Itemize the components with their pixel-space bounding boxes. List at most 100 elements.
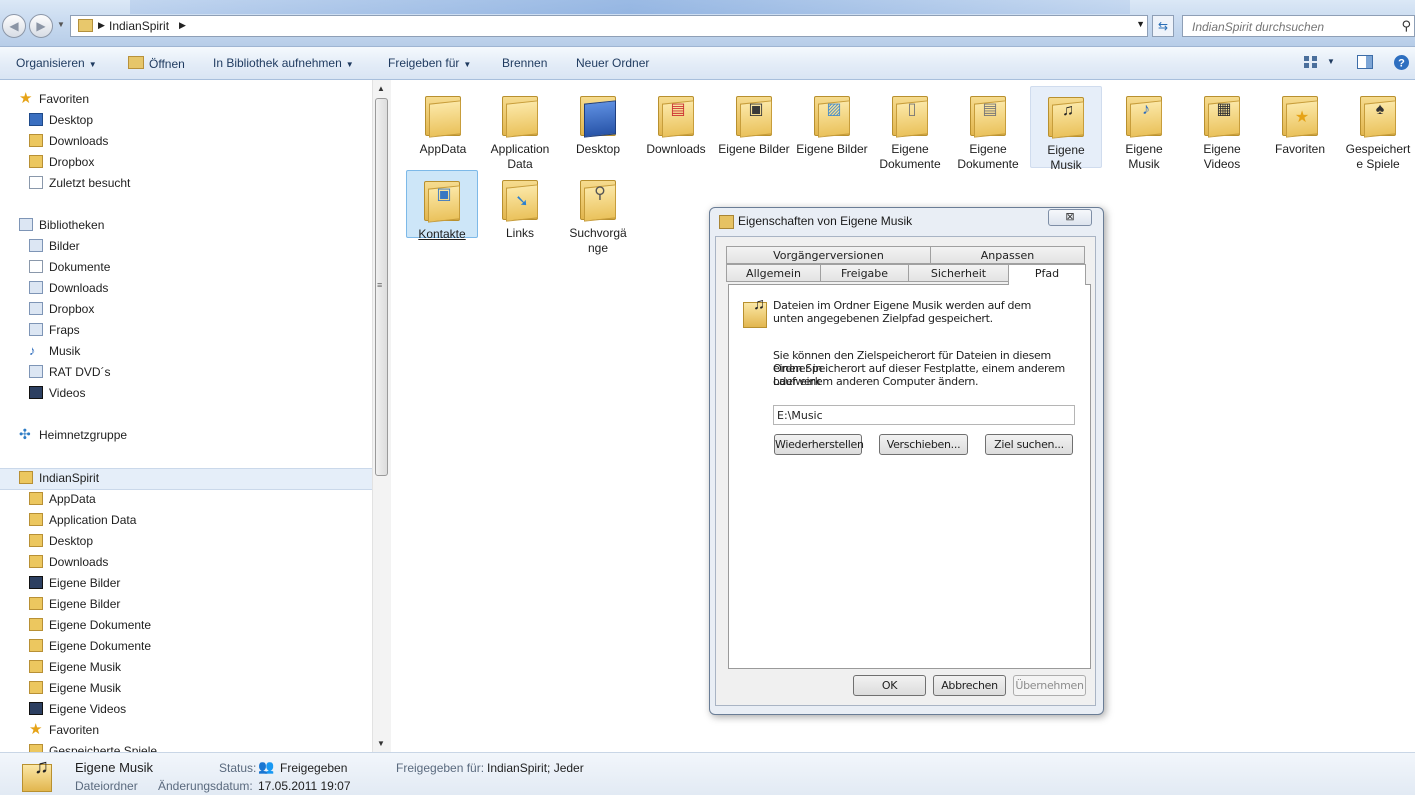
details-status-value: Freigegeben — [280, 761, 348, 775]
nav-scrollbar[interactable]: ▲ ≡ ▼ — [372, 80, 391, 752]
nav-item-label: Eigene Bilder — [49, 576, 121, 590]
nav-item-label: Zuletzt besucht — [49, 176, 131, 190]
pictures-folder-icon — [29, 597, 43, 610]
path-info-line3: oder einem anderen Computer ändern. — [773, 375, 979, 388]
file-item[interactable]: ♪ Eigene Musik — [1108, 86, 1180, 172]
search-input[interactable] — [1190, 19, 1394, 35]
chevron-down-icon: ▼ — [463, 60, 472, 69]
scroll-up-icon[interactable]: ▲ — [377, 84, 385, 93]
file-item[interactable]: ★ Favoriten — [1264, 86, 1336, 157]
restore-button[interactable]: Wiederherstellen — [774, 434, 864, 455]
file-item[interactable]: ♫ Eigene Musik — [1030, 86, 1102, 172]
star-icon: ★ — [19, 90, 33, 107]
file-name: Favoriten — [1274, 142, 1326, 156]
pictures-folder-icon — [29, 576, 43, 589]
file-name: Eigene Bilder — [796, 142, 868, 156]
burn-button[interactable]: Brennen — [502, 56, 547, 70]
file-item[interactable]: ⚲ Suchvorgä nge — [562, 170, 634, 256]
recent-pages-chevron-icon[interactable]: ▼ — [57, 20, 65, 29]
view-options-icon[interactable] — [1303, 55, 1319, 70]
file-item[interactable]: ▣ Kontakte — [406, 170, 478, 241]
nav-item-label: Dropbox — [49, 155, 95, 169]
scroll-down-icon[interactable]: ▼ — [377, 739, 385, 748]
cancel-button[interactable]: Abbrechen — [933, 675, 1006, 696]
tab-general[interactable]: Allgemein — [726, 264, 821, 282]
breadcrumb-arrow-icon[interactable]: ▶ — [179, 20, 186, 31]
path-desc-line1: Dateien im Ordner Eigene Musik werden au… — [773, 299, 1032, 312]
file-item[interactable]: ▦ Eigene Videos — [1186, 86, 1258, 172]
nav-item-label: Dropbox — [49, 302, 95, 316]
details-type: Dateiordner — [75, 779, 138, 793]
recent-places-icon — [29, 176, 43, 189]
details-status-label: Status: — [219, 761, 257, 775]
favorites-folder-icon: ★ — [29, 721, 43, 738]
help-icon[interactable]: ? — [1393, 54, 1410, 71]
file-name: Suchvorgä nge — [569, 226, 627, 255]
folder-icon — [423, 92, 463, 138]
file-item[interactable]: ▨ Eigene Bilder — [796, 86, 868, 157]
pictures-folder-icon: ▨ — [812, 92, 852, 138]
shared-users-icon: 👥 — [258, 759, 275, 774]
search-box[interactable]: ⚲ — [1182, 15, 1415, 37]
folder-shortcut-icon — [500, 92, 540, 138]
tab-previous-versions[interactable]: Vorgängerversionen — [726, 246, 931, 264]
chevron-down-icon: ▼ — [88, 60, 97, 69]
details-modified-value: 17.05.2011 19:07 — [258, 779, 351, 793]
share-with-button[interactable]: Freigeben für ▼ — [388, 56, 471, 70]
address-dropdown-icon[interactable]: ▼ — [1136, 19, 1145, 29]
view-dropdown-icon[interactable]: ▼ — [1327, 57, 1335, 66]
library-icon — [29, 281, 43, 294]
user-folder-icon — [19, 471, 33, 484]
documents-library-icon — [29, 260, 43, 273]
breadcrumb-arrow-icon[interactable]: ▶ — [98, 20, 105, 31]
folder-shortcut-icon — [29, 513, 43, 526]
videos-folder-icon: ▦ — [1202, 92, 1242, 138]
move-button[interactable]: Verschieben... — [879, 434, 968, 455]
documents-folder-icon: ▤ — [968, 92, 1008, 138]
path-input[interactable] — [773, 405, 1075, 425]
command-bar: Organisieren ▼ Öffnen In Bibliothek aufne… — [0, 47, 1415, 80]
include-library-button[interactable]: In Bibliothek aufnehmen ▼ — [213, 56, 354, 70]
find-target-button[interactable]: Ziel suchen... — [985, 434, 1073, 455]
apply-button[interactable]: Übernehmen — [1013, 675, 1086, 696]
preview-pane-icon[interactable] — [1357, 55, 1373, 70]
homegroup-icon: ✣ — [19, 426, 31, 442]
file-item[interactable]: ➘ Links — [484, 170, 556, 241]
folder-icon — [29, 492, 43, 505]
address-box[interactable]: ▶ IndianSpirit ▶ ▼ — [70, 15, 1148, 37]
file-item[interactable]: ▤ Downloads — [640, 86, 712, 157]
file-item[interactable]: Application Data — [484, 86, 556, 172]
organize-button[interactable]: Organisieren ▼ — [16, 56, 97, 70]
nav-item-label: Musik — [49, 344, 81, 358]
refresh-icon[interactable]: ⇆ — [1152, 15, 1174, 37]
nav-item-label: Application Data — [49, 513, 137, 527]
open-button[interactable]: Öffnen — [128, 56, 185, 71]
favorites-folder-icon: ★ — [1280, 92, 1320, 138]
tab-customize[interactable]: Anpassen — [930, 246, 1085, 264]
new-folder-button[interactable]: Neuer Ordner — [576, 56, 649, 70]
nav-item-label: RAT DVD´s — [49, 365, 111, 379]
close-button[interactable]: ⊠ — [1048, 209, 1092, 226]
documents-folder-icon — [29, 639, 43, 652]
back-button[interactable]: ◀ — [2, 14, 26, 38]
nav-user-label: IndianSpirit — [39, 471, 100, 485]
file-name: Eigene Musik — [1047, 143, 1085, 172]
file-name: AppData — [419, 142, 467, 156]
file-item[interactable]: AppData — [407, 86, 479, 157]
breadcrumb-user[interactable]: IndianSpirit — [109, 19, 169, 33]
file-item[interactable]: ♠ Gespeichert e Spiele — [1342, 86, 1414, 172]
properties-dialog: Eigenschaften von Eigene Musik ⊠ Vorgäng… — [709, 207, 1104, 715]
folder-icon — [719, 215, 734, 229]
tab-sharing[interactable]: Freigabe — [820, 264, 909, 282]
search-icon[interactable]: ⚲ — [1401, 18, 1411, 34]
file-item[interactable]: ▯ Eigene Dokumente — [874, 86, 946, 172]
file-item[interactable]: Desktop — [562, 86, 634, 157]
tab-path[interactable]: Pfad — [1008, 264, 1086, 285]
file-item[interactable]: ▤ Eigene Dokumente — [952, 86, 1024, 172]
nav-item-label: AppData — [49, 492, 96, 506]
forward-button[interactable]: ▶ — [29, 14, 53, 38]
file-item[interactable]: ▣ Eigene Bilder — [718, 86, 790, 157]
nav-item-label: Bilder — [49, 239, 80, 253]
ok-button[interactable]: OK — [853, 675, 926, 696]
tab-security[interactable]: Sicherheit — [908, 264, 1009, 282]
